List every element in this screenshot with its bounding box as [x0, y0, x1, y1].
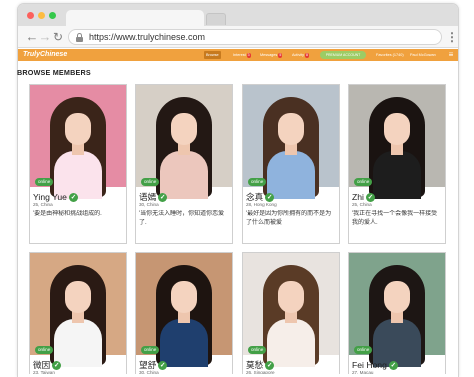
new-tab-button[interactable] — [206, 13, 226, 25]
maximize-window-button[interactable] — [49, 12, 56, 19]
member-portrait — [263, 265, 319, 367]
member-photo[interactable] — [243, 85, 339, 199]
member-bio: '最好是因为你所拥有的而不是为了什么而被爱 — [246, 211, 332, 226]
member-name-row[interactable]: 望舒 ✓ — [139, 357, 168, 371]
member-photo[interactable] — [349, 85, 445, 199]
activity-count-badge: 8 — [305, 53, 309, 58]
member-name-row[interactable]: 微因 ✓ — [33, 357, 62, 371]
nav-messages[interactable]: Messages 5 — [258, 51, 284, 59]
portrait-face — [384, 113, 410, 145]
username-link[interactable]: Paul McGowan — [410, 51, 436, 59]
member-photo[interactable] — [30, 253, 126, 367]
member-card[interactable]: online 语嫣 ✓ 30, China '当你无法入睡时，你知道你恋爱了. — [135, 84, 233, 244]
online-badge: online — [141, 346, 160, 354]
browser-toolbar: ← → ↻ https://www.trulychinese.com ⋮ — [18, 26, 458, 48]
messages-count-badge: 5 — [278, 53, 283, 58]
member-age-location: 28, Hong Kong — [246, 202, 277, 207]
member-card[interactable]: online 微因 ✓ 23, Taiwan — [29, 252, 127, 374]
member-age-location: 25, China — [33, 202, 53, 207]
online-badge: online — [248, 346, 267, 354]
portrait-face — [278, 113, 304, 145]
nav-interest[interactable]: Interest 3 — [231, 51, 253, 59]
member-portrait — [369, 265, 425, 367]
page-title: BROWSE MEMBERS — [17, 68, 91, 77]
online-badge: online — [248, 178, 267, 186]
address-bar[interactable]: https://www.trulychinese.com — [68, 29, 442, 45]
verified-check-icon: ✓ — [158, 193, 168, 203]
verified-check-icon: ✓ — [388, 361, 398, 371]
member-photo[interactable] — [243, 253, 339, 367]
verified-check-icon: ✓ — [265, 361, 275, 371]
online-badge: online — [141, 178, 160, 186]
member-name-row[interactable]: 念真 ✓ — [246, 189, 275, 203]
member-photo[interactable] — [30, 85, 126, 199]
verified-check-icon: ✓ — [158, 361, 168, 371]
minimize-window-button[interactable] — [38, 12, 45, 19]
member-portrait — [263, 97, 319, 199]
active-tab[interactable] — [66, 10, 204, 26]
member-card[interactable]: online Ying Yue ✓ 25, China '要是由神秘和挑战组成的. — [29, 84, 127, 244]
lock-icon — [76, 33, 83, 42]
member-bio: '我正在寻找一个会像我一样接受我的爱人. — [352, 211, 438, 226]
tab-strip — [18, 4, 458, 26]
member-photo[interactable] — [136, 253, 232, 367]
member-age-location: 23, Taiwan — [33, 370, 55, 374]
hamburger-menu-icon[interactable]: ≡ — [447, 51, 455, 59]
verified-check-icon: ✓ — [365, 193, 375, 203]
member-name-row[interactable]: 莫愁 ✓ — [246, 357, 275, 371]
online-badge: online — [35, 346, 54, 354]
online-badge: online — [35, 178, 54, 186]
member-name-row[interactable]: 语嫣 ✓ — [139, 189, 168, 203]
reload-icon[interactable]: ↻ — [50, 29, 66, 45]
member-name-row[interactable]: Zhi ✓ — [352, 189, 375, 203]
member-card[interactable]: online Fei Hong ✓ 27, Macau — [348, 252, 446, 374]
member-bio: '要是由神秘和挑战组成的. — [33, 211, 102, 217]
member-portrait — [156, 97, 212, 199]
member-age-location: 30, China — [139, 370, 159, 374]
premium-account-button[interactable]: PREMIUM ACCOUNT — [320, 51, 366, 59]
member-portrait — [156, 265, 212, 367]
member-portrait — [50, 265, 106, 367]
portrait-face — [65, 113, 91, 145]
favorites-link[interactable]: Favorites (1740) — [376, 51, 404, 59]
member-card[interactable]: online 望舒 ✓ 30, China — [135, 252, 233, 374]
member-age-location: 30, China — [139, 202, 159, 207]
member-age-location: 27, Macau — [352, 370, 374, 374]
nav-activity[interactable]: Activity 8 — [290, 51, 311, 59]
member-card[interactable]: online 莫愁 ✓ 26, Singapore — [242, 252, 340, 374]
member-portrait — [369, 97, 425, 199]
portrait-face — [278, 281, 304, 313]
interest-count-badge: 3 — [246, 53, 251, 58]
site-logo[interactable]: TrulyChinese — [23, 50, 67, 60]
site-header: TrulyChinese Browse Interest 3 Messages 5 … — [18, 49, 458, 61]
member-card[interactable]: online Zhi ✓ 25, China '我正在寻找一个会像我一样接受我的爱人. — [348, 84, 446, 244]
portrait-face — [384, 281, 410, 313]
portrait-face — [171, 113, 197, 145]
member-photo[interactable] — [136, 85, 232, 199]
online-badge: online — [354, 346, 373, 354]
portrait-torso — [373, 151, 421, 199]
member-age-location: 26, Singapore — [246, 370, 275, 374]
verified-check-icon: ✓ — [52, 361, 62, 371]
member-bio: '当你无法入睡时，你知道你恋爱了. — [139, 211, 225, 226]
verified-check-icon: ✓ — [265, 193, 275, 203]
member-name-row[interactable]: Fei Hong ✓ — [352, 357, 398, 371]
member-age-location: 25, China — [352, 202, 372, 207]
member-photo[interactable] — [349, 253, 445, 367]
member-name-row[interactable]: Ying Yue ✓ — [33, 189, 78, 203]
portrait-face — [171, 281, 197, 313]
verified-check-icon: ✓ — [68, 193, 78, 203]
member-portrait — [50, 97, 106, 199]
browser-menu-icon[interactable]: ⋮ — [446, 29, 458, 45]
url-text: https://www.trulychinese.com — [89, 32, 206, 42]
online-badge: online — [354, 178, 373, 186]
nav-browse[interactable]: Browse — [204, 51, 221, 59]
portrait-face — [65, 281, 91, 313]
member-card[interactable]: online 念真 ✓ 28, Hong Kong '最好是因为你所拥有的而不是为了什么… — [242, 84, 340, 244]
close-window-button[interactable] — [27, 12, 34, 19]
